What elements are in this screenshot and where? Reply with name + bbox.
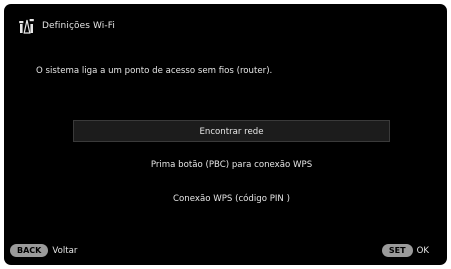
menu-item-find-network[interactable]: Encontrar rede	[73, 120, 390, 142]
menu-item-wps-pbc[interactable]: Prima botão (PBC) para conexão WPS	[73, 154, 390, 176]
wifi-settings-screen: Definições Wi-Fi O sistema liga a um pon…	[4, 4, 447, 265]
footer-bar: BACK Voltar SET OK	[4, 244, 447, 260]
back-label: Voltar	[52, 245, 78, 256]
connection-menu: Encontrar rede Prima botão (PBC) para co…	[73, 120, 390, 222]
header: Definições Wi-Fi	[18, 17, 115, 35]
ok-label: OK	[416, 245, 429, 256]
back-control[interactable]: BACK Voltar	[10, 244, 77, 257]
description-text: O sistema liga a um ponto de acesso sem …	[36, 66, 273, 76]
set-control[interactable]: SET OK	[381, 244, 429, 257]
wifi-settings-icon	[19, 19, 34, 34]
back-key-badge[interactable]: BACK	[10, 244, 49, 257]
page-title: Definições Wi-Fi	[42, 21, 115, 31]
menu-item-wps-pin[interactable]: Conexão WPS (código PIN )	[73, 188, 390, 210]
set-key-badge[interactable]: SET	[381, 244, 413, 257]
